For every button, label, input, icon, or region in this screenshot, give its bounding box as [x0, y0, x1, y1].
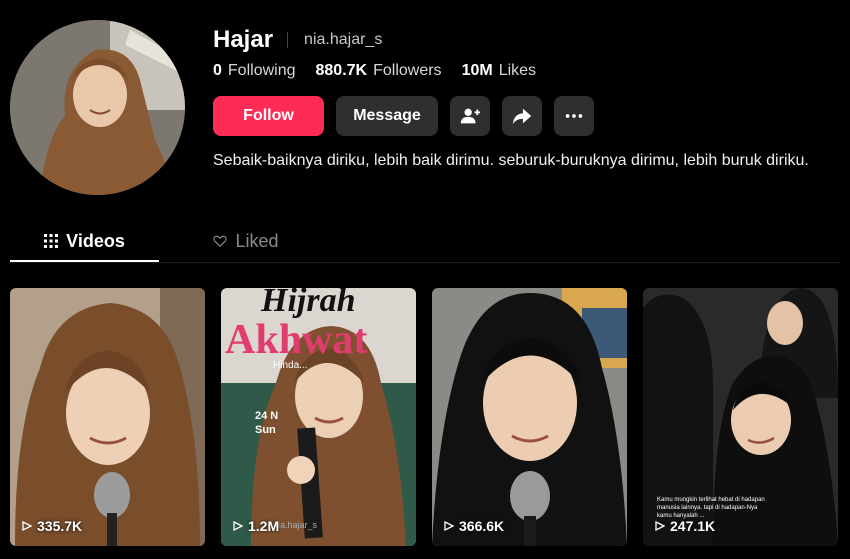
- profile-stats: 0 Following 880.7K Followers 10M Likes: [213, 62, 556, 80]
- profile-display-name: Hajar: [213, 26, 274, 53]
- profile-actions: Follow Message: [213, 96, 594, 136]
- video-card[interactable]: 335.7K: [10, 288, 205, 546]
- stat-label: Likes: [498, 62, 537, 79]
- overlay-caption: Kamu mungkin terlihat hebat di hadapan m…: [657, 497, 765, 519]
- share-icon: [512, 108, 532, 125]
- more-icon: [565, 114, 583, 118]
- stat-likes: 10M Likes: [462, 62, 536, 80]
- tab-liked[interactable]: Liked: [171, 222, 321, 260]
- profile-tabs: Videos Liked: [10, 222, 321, 262]
- overlay-day: Sun: [255, 424, 276, 436]
- person-add-icon: [460, 108, 481, 124]
- play-icon: [444, 521, 454, 531]
- stat-value: 10M: [461, 62, 493, 79]
- stat-following[interactable]: 0 Following: [213, 62, 296, 80]
- overlay-text: Hinda...: [273, 360, 308, 371]
- stat-value: 880.7K: [315, 62, 368, 79]
- view-count-text: 247.1K: [670, 518, 716, 534]
- play-icon: [22, 521, 32, 531]
- share-button[interactable]: [502, 96, 542, 136]
- tab-label: Videos: [66, 230, 125, 251]
- video-grid: 335.7K Hijrah Akhwat Hinda... 24 N Sun n…: [10, 288, 838, 546]
- avatar-photo: [10, 20, 185, 195]
- tab-videos[interactable]: Videos: [10, 222, 159, 262]
- heart-icon: [213, 235, 228, 248]
- view-count-text: 366.6K: [459, 518, 505, 534]
- play-icon: [655, 521, 665, 531]
- play-icon: [233, 521, 243, 531]
- overlay-date: 24 N: [255, 410, 279, 422]
- view-count-text: 1.2M: [248, 518, 280, 534]
- grid-icon: [44, 234, 59, 248]
- view-count: 247.1K: [655, 518, 715, 534]
- add-friend-button[interactable]: [450, 96, 490, 136]
- tab-label: Liked: [235, 230, 279, 251]
- profile-bio: Sebaik-baiknya diriku, lebih baik dirimu…: [213, 152, 809, 169]
- profile-name-row: Hajar nia.hajar_s: [213, 26, 382, 54]
- profile-avatar[interactable]: [10, 20, 185, 195]
- view-count-text: 335.7K: [37, 518, 83, 534]
- video-card[interactable]: Hijrah Akhwat Hinda... 24 N Sun nia.haja…: [221, 288, 416, 546]
- video-thumbnail: [432, 288, 627, 546]
- stat-label: Following: [227, 62, 296, 79]
- view-count: 366.6K: [444, 518, 504, 534]
- more-button[interactable]: [554, 96, 594, 136]
- stat-followers[interactable]: 880.7K Followers: [316, 62, 442, 80]
- follow-button[interactable]: Follow: [213, 96, 324, 136]
- stat-value: 0: [213, 62, 222, 79]
- name-separator: [287, 32, 289, 48]
- tabs-divider: [10, 262, 840, 263]
- overlay-handle: nia.hajar_s: [273, 520, 318, 530]
- message-button[interactable]: Message: [336, 96, 438, 136]
- video-card[interactable]: 366.6K: [432, 288, 627, 546]
- video-card[interactable]: Kamu mungkin terlihat hebat di hadapan m…: [643, 288, 838, 546]
- profile-username: nia.hajar_s: [304, 31, 383, 48]
- stat-label: Followers: [373, 62, 442, 79]
- view-count: 1.2M: [233, 518, 279, 534]
- overlay-subtitle: Akhwat: [225, 317, 368, 363]
- view-count: 335.7K: [22, 518, 82, 534]
- video-thumbnail: [10, 288, 205, 546]
